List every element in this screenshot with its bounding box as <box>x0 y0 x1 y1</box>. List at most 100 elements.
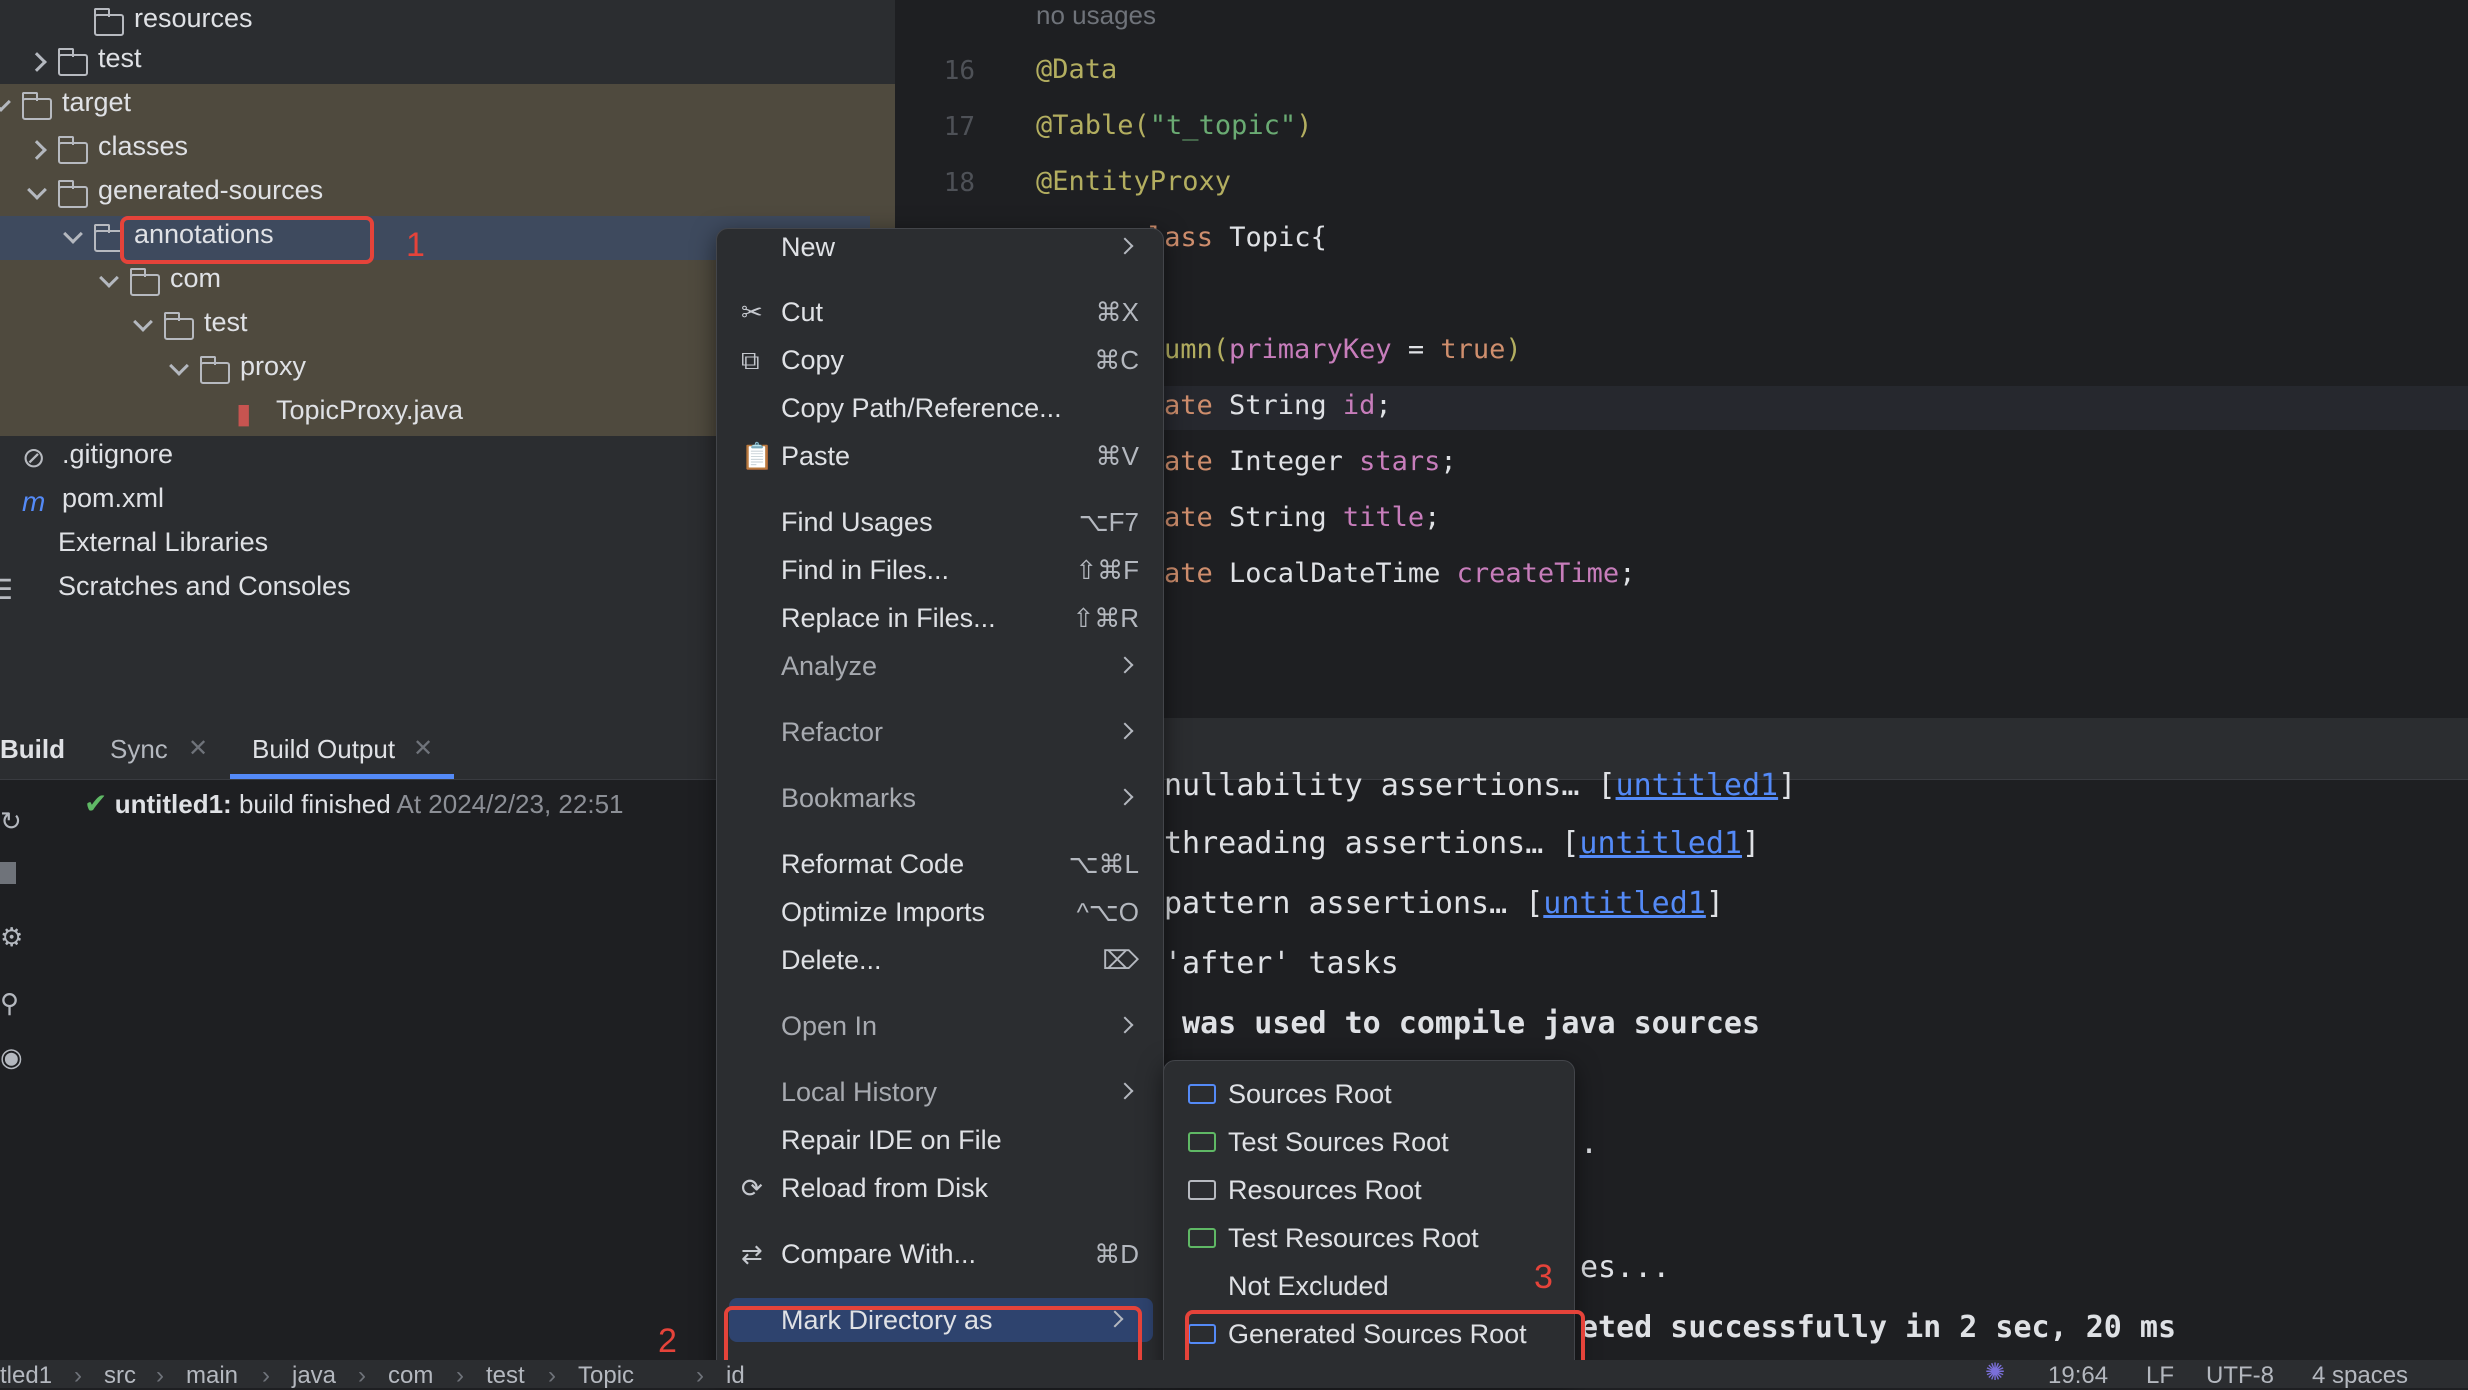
usage-hint[interactable]: no usages <box>1036 0 1156 31</box>
menu-item[interactable]: Replace in Files... ⇧⌘R <box>717 596 1163 640</box>
menu-item[interactable]: ⇄ Compare With... ⌘D <box>717 1232 1163 1276</box>
console-text: 'after' tasks <box>1164 946 1399 981</box>
breadcrumb-item[interactable]: id <box>726 1362 745 1390</box>
rerun-icon[interactable]: ↻ <box>0 806 22 837</box>
submenu-item[interactable]: Test Sources Root <box>1164 1120 1574 1164</box>
menu-item[interactable]: Bookmarks <box>717 776 1163 820</box>
console-line: was used to compile java sources <box>1164 1006 1760 1041</box>
breadcrumb-item[interactable]: src <box>104 1362 136 1390</box>
annotation-token: ) <box>1505 334 1522 365</box>
breadcrumb-separator-icon: › <box>74 1362 82 1389</box>
menu-item[interactable]: Open In <box>717 1004 1163 1048</box>
tab-sync[interactable]: Sync <box>110 718 168 780</box>
indent-setting[interactable]: 4 spaces <box>2312 1362 2408 1390</box>
menu-item[interactable]: New <box>717 225 1163 269</box>
semicolon: ; <box>1440 446 1457 477</box>
stop-icon[interactable] <box>0 862 16 884</box>
tree-item-label[interactable]: test <box>98 36 142 80</box>
breadcrumb-separator-icon: › <box>358 1362 366 1389</box>
tree-item-label[interactable]: target <box>62 80 131 124</box>
build-result-row[interactable]: ✔ untitled1: build finished At 2024/2/23… <box>84 786 623 822</box>
code-line-23: ate Integer stars; <box>1164 446 1457 477</box>
build-result-text: build finished <box>238 789 391 819</box>
eye-icon[interactable]: ◉ <box>0 1042 23 1073</box>
submenu-arrow-icon <box>1116 656 1134 674</box>
tree-item-label[interactable]: test <box>204 300 248 344</box>
tree-item-label[interactable]: Scratches and Consoles <box>58 564 351 608</box>
menu-item[interactable]: ⟳ Reload from Disk <box>717 1166 1163 1210</box>
menu-item[interactable]: Find in Files... ⇧⌘F <box>717 548 1163 592</box>
file-encoding[interactable]: UTF-8 <box>2206 1362 2274 1390</box>
submenu-item-label: Test Sources Root <box>1228 1127 1449 1157</box>
pin-icon[interactable]: ⚲ <box>0 988 19 1019</box>
active-tab-indicator <box>230 774 454 779</box>
console-text: . <box>1580 1126 1599 1161</box>
close-icon[interactable]: ✕ <box>188 718 208 780</box>
console-project-link[interactable]: untitled1 <box>1579 826 1742 861</box>
field-token: title <box>1342 502 1425 533</box>
menu-item[interactable]: Analyze <box>717 644 1163 688</box>
menu-item[interactable]: ✂ Cut ⌘X <box>717 290 1163 334</box>
menu-item[interactable]: Copy Path/Reference... <box>717 386 1163 430</box>
field-token: stars <box>1359 446 1441 477</box>
console-line: 'after' tasks <box>1164 946 1399 981</box>
menu-item[interactable]: Find Usages ⌥F7 <box>717 500 1163 544</box>
menu-item-shortcut: ⌘V <box>1095 441 1139 471</box>
breadcrumb-item[interactable]: java <box>292 1362 336 1390</box>
menu-item[interactable]: Repair IDE on File <box>717 1118 1163 1162</box>
gitignore-icon: ⊘ <box>22 442 46 473</box>
close-icon[interactable]: ✕ <box>413 718 433 780</box>
console-project-link[interactable]: untitled1 <box>1616 768 1779 803</box>
breadcrumb-separator-icon: › <box>262 1362 270 1389</box>
breadcrumb-item[interactable]: com <box>388 1362 433 1390</box>
menu-item[interactable]: Optimize Imports ^⌥O <box>717 890 1163 934</box>
tab-build-output[interactable]: Build Output <box>252 718 395 780</box>
menu-item-icon: ⧉ <box>741 345 760 375</box>
breadcrumb-item[interactable]: Topic <box>578 1362 634 1390</box>
root-folder-icon <box>1188 1180 1216 1200</box>
caret-position[interactable]: 19:64 <box>2048 1362 2108 1390</box>
semicolon: ; <box>1424 502 1441 533</box>
submenu-item[interactable]: Sources Root <box>1164 1072 1574 1116</box>
tree-item-label[interactable]: resources <box>134 0 253 40</box>
breadcrumb-item[interactable]: tled1 <box>0 1362 52 1390</box>
keyword-token: ate <box>1164 502 1213 533</box>
annotation-token: umn( <box>1164 334 1230 365</box>
tab-build[interactable]: Build <box>0 718 65 780</box>
tree-item-label[interactable]: proxy <box>240 344 306 388</box>
breadcrumb-item[interactable]: main <box>186 1362 238 1390</box>
menu-item[interactable]: Local History <box>717 1070 1163 1114</box>
breadcrumb-separator-icon: › <box>456 1362 464 1389</box>
tree-item-label[interactable]: generated-sources <box>98 168 323 212</box>
menu-item[interactable]: ⧉ Copy ⌘C <box>717 338 1163 382</box>
menu-item[interactable]: Refactor <box>717 710 1163 754</box>
settings-icon[interactable]: ⚙ <box>0 922 23 953</box>
menu-item[interactable]: Delete... ⌦ <box>717 938 1163 982</box>
menu-item-label: Delete... <box>781 945 882 975</box>
tree-item-label[interactable]: TopicProxy.java <box>276 388 463 432</box>
scratches-icon: ☰ <box>0 574 14 605</box>
menu-item-label: Reformat Code <box>781 849 965 879</box>
ai-assistant-icon[interactable]: ✺ <box>1985 1358 2005 1387</box>
console-project-link[interactable]: untitled1 <box>1543 886 1706 921</box>
menu-item-label: Copy <box>781 345 845 375</box>
console-text: ] <box>1741 826 1761 861</box>
maven-icon: m <box>22 486 46 517</box>
line-separator[interactable]: LF <box>2146 1362 2174 1390</box>
breadcrumb-item[interactable]: test <box>486 1362 525 1390</box>
tree-item-label[interactable]: External Libraries <box>58 520 268 564</box>
console-text: es... <box>1580 1250 1671 1285</box>
menu-item[interactable]: 📋 Paste ⌘V <box>717 434 1163 478</box>
menu-item[interactable]: Reformat Code ⌥⌘L <box>717 842 1163 886</box>
submenu-item[interactable]: Resources Root <box>1164 1168 1574 1212</box>
semicolon: ; <box>1375 390 1392 421</box>
submenu-item[interactable]: Not Excluded <box>1164 1264 1574 1308</box>
menu-item-shortcut: ^⌥O <box>1076 897 1139 927</box>
menu-item-label: Analyze <box>781 651 878 681</box>
tree-item-label[interactable]: pom.xml <box>62 476 164 520</box>
tree-item-label[interactable]: classes <box>98 124 188 168</box>
field-token: id <box>1342 390 1376 421</box>
tree-item-label[interactable]: .gitignore <box>62 432 173 476</box>
submenu-item[interactable]: Test Resources Root <box>1164 1216 1574 1260</box>
field-token: createTime <box>1456 558 1620 589</box>
